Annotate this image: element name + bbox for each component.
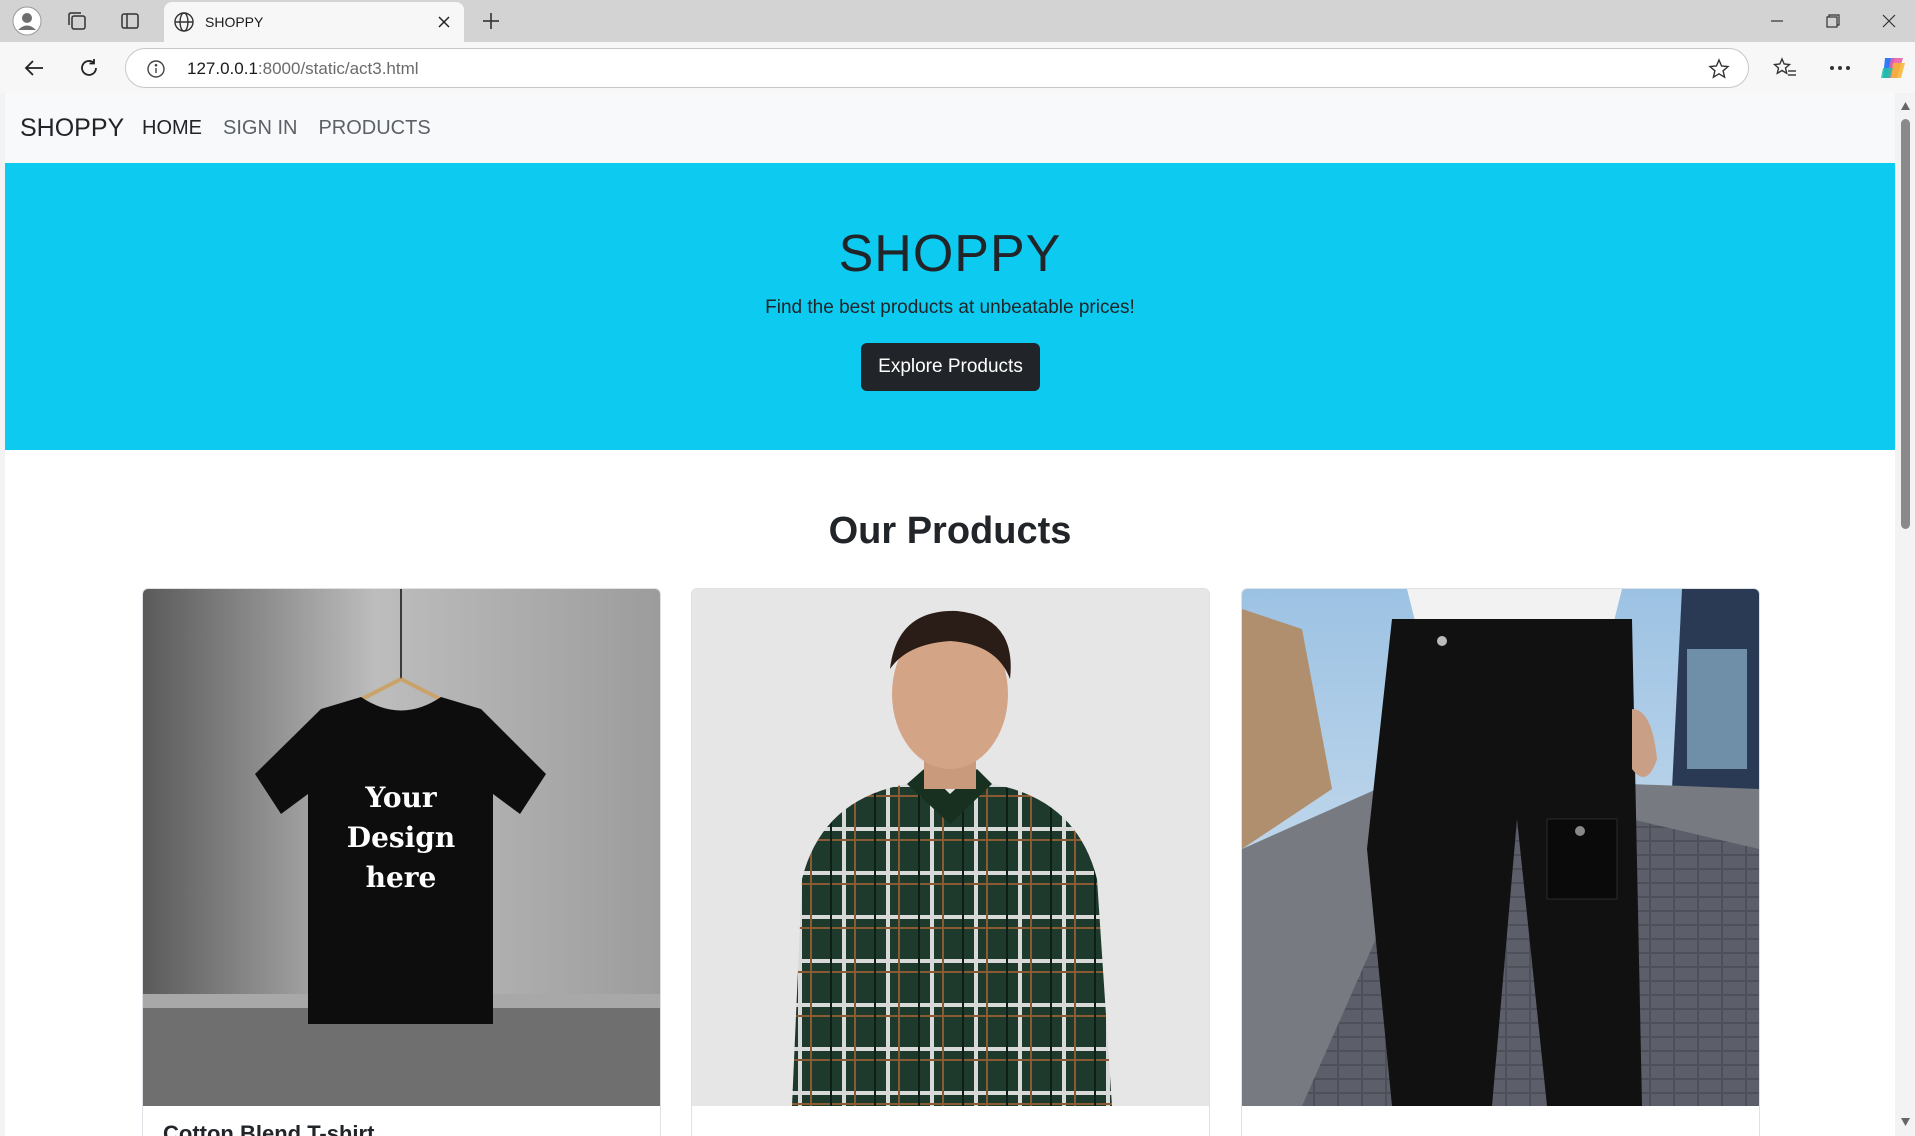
globe-icon	[173, 11, 195, 38]
profile-icon[interactable]	[12, 6, 42, 36]
minimize-icon[interactable]	[1749, 0, 1805, 42]
more-icon[interactable]	[1823, 51, 1857, 85]
nav-link-sign-in[interactable]: SIGN IN	[223, 117, 297, 140]
scrollbar-thumb[interactable]	[1901, 119, 1910, 529]
hero-banner: SHOPPY Find the best products at unbeata…	[5, 163, 1895, 450]
cargo-pants-image	[1242, 589, 1759, 1106]
brand-logo[interactable]: SHOPPY	[20, 114, 124, 143]
site-navbar: SHOPPY HOME SIGN IN PRODUCTS	[5, 93, 1895, 163]
product-title: Cotton Blend T-shirt	[163, 1121, 375, 1136]
url-text: 127.0.0.1:8000/static/act3.html	[187, 59, 419, 79]
page-viewport: SHOPPY HOME SIGN IN PRODUCTS SHOPPY Find…	[5, 93, 1895, 1136]
scroll-down-icon[interactable]	[1900, 1117, 1911, 1127]
url-path: :8000/static/act3.html	[257, 59, 419, 78]
close-window-icon[interactable]	[1861, 0, 1915, 42]
nav-links: HOME SIGN IN PRODUCTS	[142, 117, 431, 140]
site-info-icon[interactable]	[146, 59, 166, 84]
favorite-star-icon[interactable]	[1708, 58, 1730, 85]
product-card-tshirt[interactable]: Your Design here Cotton Blend T-shirt	[142, 588, 661, 1136]
address-bar[interactable]: 127.0.0.1:8000/static/act3.html	[125, 48, 1749, 88]
page-scrollbar[interactable]	[1895, 93, 1915, 1136]
tshirt-design-text-2: Design	[347, 821, 455, 854]
products-heading: Our Products	[828, 510, 1072, 552]
favorites-icon[interactable]	[1768, 51, 1802, 85]
close-tab-icon[interactable]	[434, 12, 454, 32]
active-tab[interactable]: SHOPPY	[164, 2, 464, 42]
reload-icon[interactable]	[71, 50, 107, 86]
nav-link-products[interactable]: PRODUCTS	[318, 117, 430, 140]
explore-products-button[interactable]: Explore Products	[861, 343, 1040, 391]
scroll-up-icon[interactable]	[1900, 101, 1911, 111]
url-host: 127.0.0.1	[187, 59, 258, 78]
restore-icon[interactable]	[1805, 0, 1861, 42]
browser-tab-bar: SHOPPY	[0, 0, 1915, 42]
product-card-pants[interactable]	[1241, 588, 1760, 1136]
tab-actions-icon[interactable]	[115, 6, 145, 36]
back-icon[interactable]	[16, 50, 52, 86]
product-card-shirt[interactable]	[691, 588, 1210, 1136]
hero-subtitle: Find the best products at unbeatable pri…	[765, 297, 1135, 318]
collections-icon[interactable]	[62, 6, 92, 36]
tshirt-design-text-1: Your	[364, 781, 438, 814]
browser-toolbar: 127.0.0.1:8000/static/act3.html	[0, 42, 1915, 93]
tshirt-design-text-3: here	[366, 861, 437, 894]
nav-link-home[interactable]: HOME	[142, 117, 202, 140]
hero-title: SHOPPY	[838, 225, 1062, 283]
plaid-shirt-image	[692, 589, 1209, 1106]
tshirt-image: Your Design here	[143, 589, 660, 1106]
copilot-icon[interactable]	[1876, 51, 1910, 85]
new-tab-icon[interactable]	[476, 6, 506, 36]
tab-title: SHOPPY	[205, 14, 264, 30]
